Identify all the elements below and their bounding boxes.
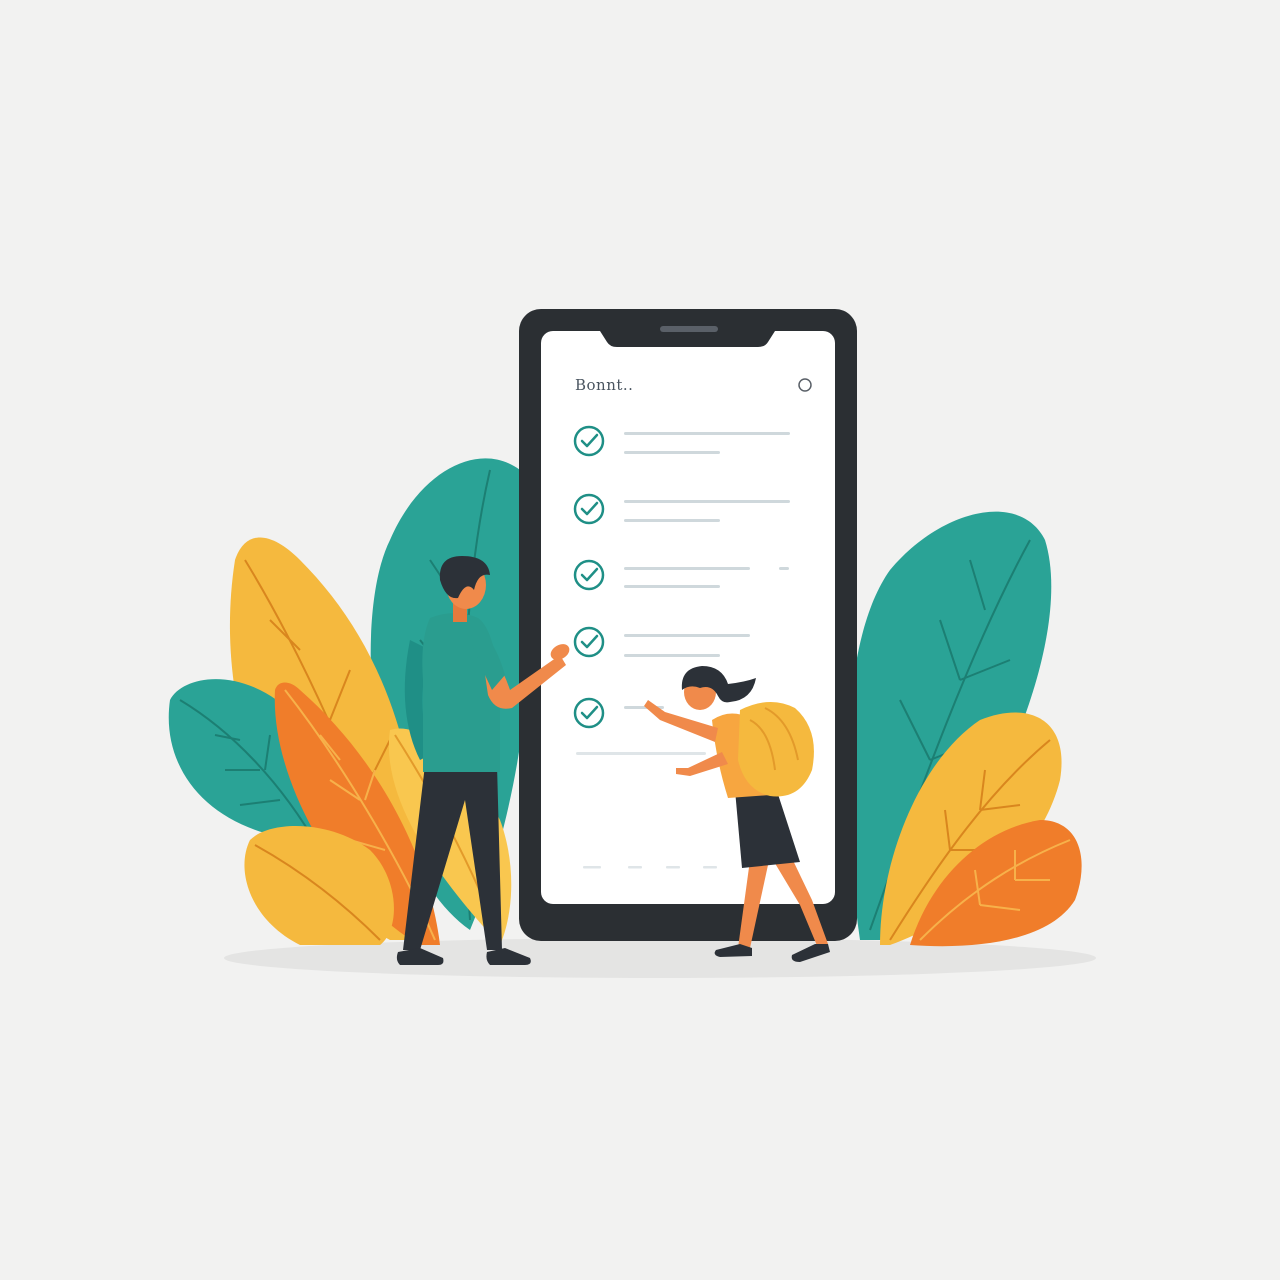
right-foliage [847,511,1082,947]
screen-title: Bonnt.. [575,376,633,394]
smartphone: Bonnt.. [519,309,857,941]
divider-line [576,752,706,755]
speaker-grille [660,326,718,332]
item-line-long [624,500,790,503]
illustration-scene: Bonnt.. [168,309,1096,978]
item-line-short [624,451,720,454]
item-line-long [624,432,790,435]
item-line-dot [779,567,789,570]
item-line-short [624,585,720,588]
item-line-short [624,519,720,522]
item-line-short [624,654,720,657]
phone-screen [541,331,835,904]
item-line-long [624,634,750,637]
phone-notch [600,331,775,347]
item-line-long [624,567,750,570]
